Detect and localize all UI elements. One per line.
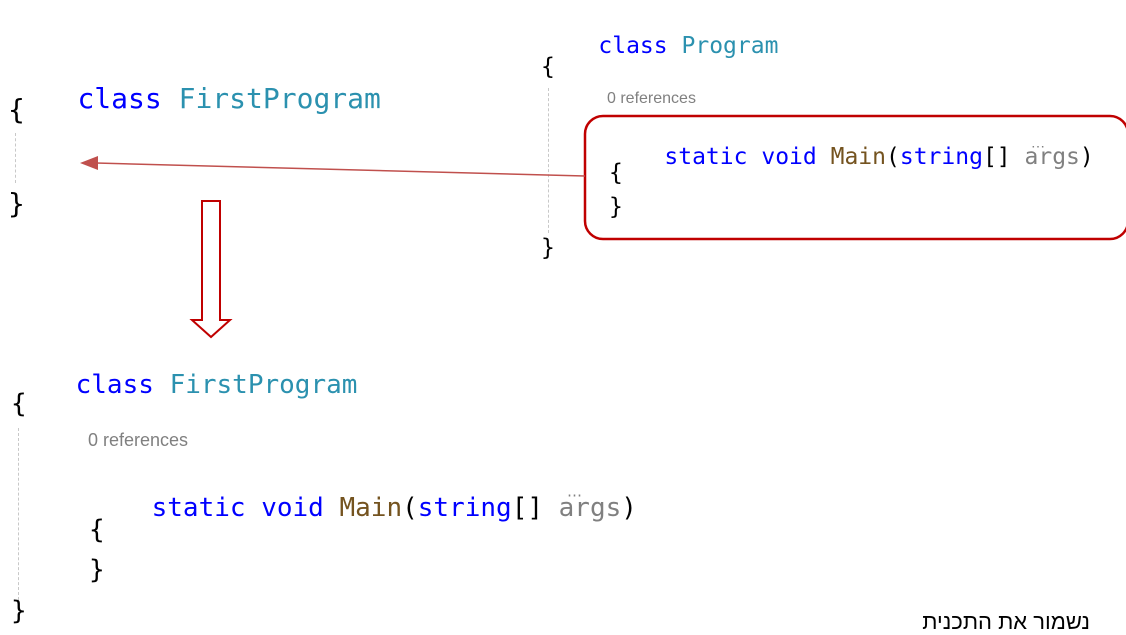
method-highlight-box (583, 114, 1126, 241)
down-block-arrow (189, 200, 233, 339)
annotation-overlay (80, 114, 1126, 339)
move-arrow (80, 156, 586, 177)
